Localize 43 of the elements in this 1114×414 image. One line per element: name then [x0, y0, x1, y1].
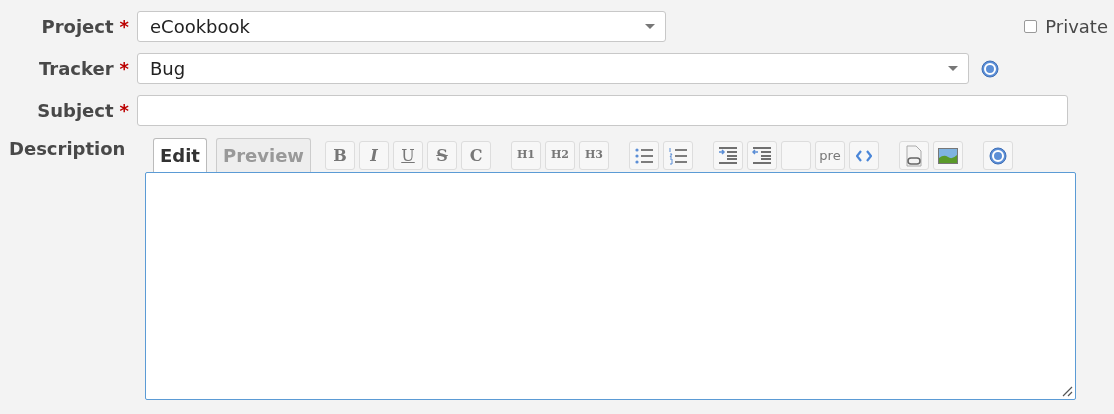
outdent-icon	[752, 146, 772, 165]
required-mark: *	[119, 57, 129, 81]
private-checkbox[interactable]	[1024, 20, 1038, 33]
toolbar-button[interactable]	[747, 141, 777, 170]
field-label: Tracker	[39, 57, 114, 81]
tab[interactable]: Edit	[153, 138, 207, 172]
numbered-list-icon	[668, 146, 688, 165]
dropdown-caret-icon	[645, 24, 655, 29]
indent-icon	[718, 146, 738, 165]
toolbar-button[interactable]	[983, 141, 1013, 170]
select-field[interactable]: eCookbook	[137, 11, 666, 42]
toolbar-button[interactable]: B	[325, 141, 355, 170]
toolbar-button[interactable]	[629, 141, 659, 170]
field-label: Description	[9, 138, 126, 159]
image-icon	[938, 147, 958, 164]
text-field[interactable]	[137, 95, 1068, 126]
toolbar-button[interactable]	[663, 141, 693, 170]
required-mark: *	[119, 99, 129, 123]
toolbar-button[interactable]	[849, 141, 879, 170]
toolbar-button[interactable]	[713, 141, 743, 170]
checkbox-label: Private	[1045, 15, 1108, 39]
toolbar-button[interactable]: H3	[579, 141, 609, 170]
resize-grip-icon[interactable]	[1061, 385, 1073, 397]
code-icon	[856, 149, 872, 162]
help-icon	[989, 146, 1007, 165]
dropdown-caret-icon	[948, 66, 958, 71]
file-link-icon	[905, 144, 923, 167]
field-label: Project	[41, 15, 114, 39]
bulleted-list-icon	[634, 146, 654, 165]
toolbar-button[interactable]	[933, 141, 963, 170]
toolbar-button[interactable]: I	[359, 141, 389, 170]
field-label: Subject	[37, 99, 114, 123]
toolbar-button[interactable]: C	[461, 141, 491, 170]
toolbar-button[interactable]: U	[393, 141, 423, 170]
toolbar-button[interactable]: H2	[545, 141, 575, 170]
required-mark: *	[119, 15, 129, 39]
select-field[interactable]: Bug	[137, 53, 969, 84]
tab[interactable]: Preview	[215, 138, 311, 172]
toolbar-button[interactable]	[899, 141, 929, 170]
help-icon[interactable]	[981, 59, 999, 78]
toolbar-button[interactable]: H1	[511, 141, 541, 170]
toolbar-button[interactable]: S	[427, 141, 457, 170]
toolbar-button[interactable]: pre	[815, 141, 845, 170]
